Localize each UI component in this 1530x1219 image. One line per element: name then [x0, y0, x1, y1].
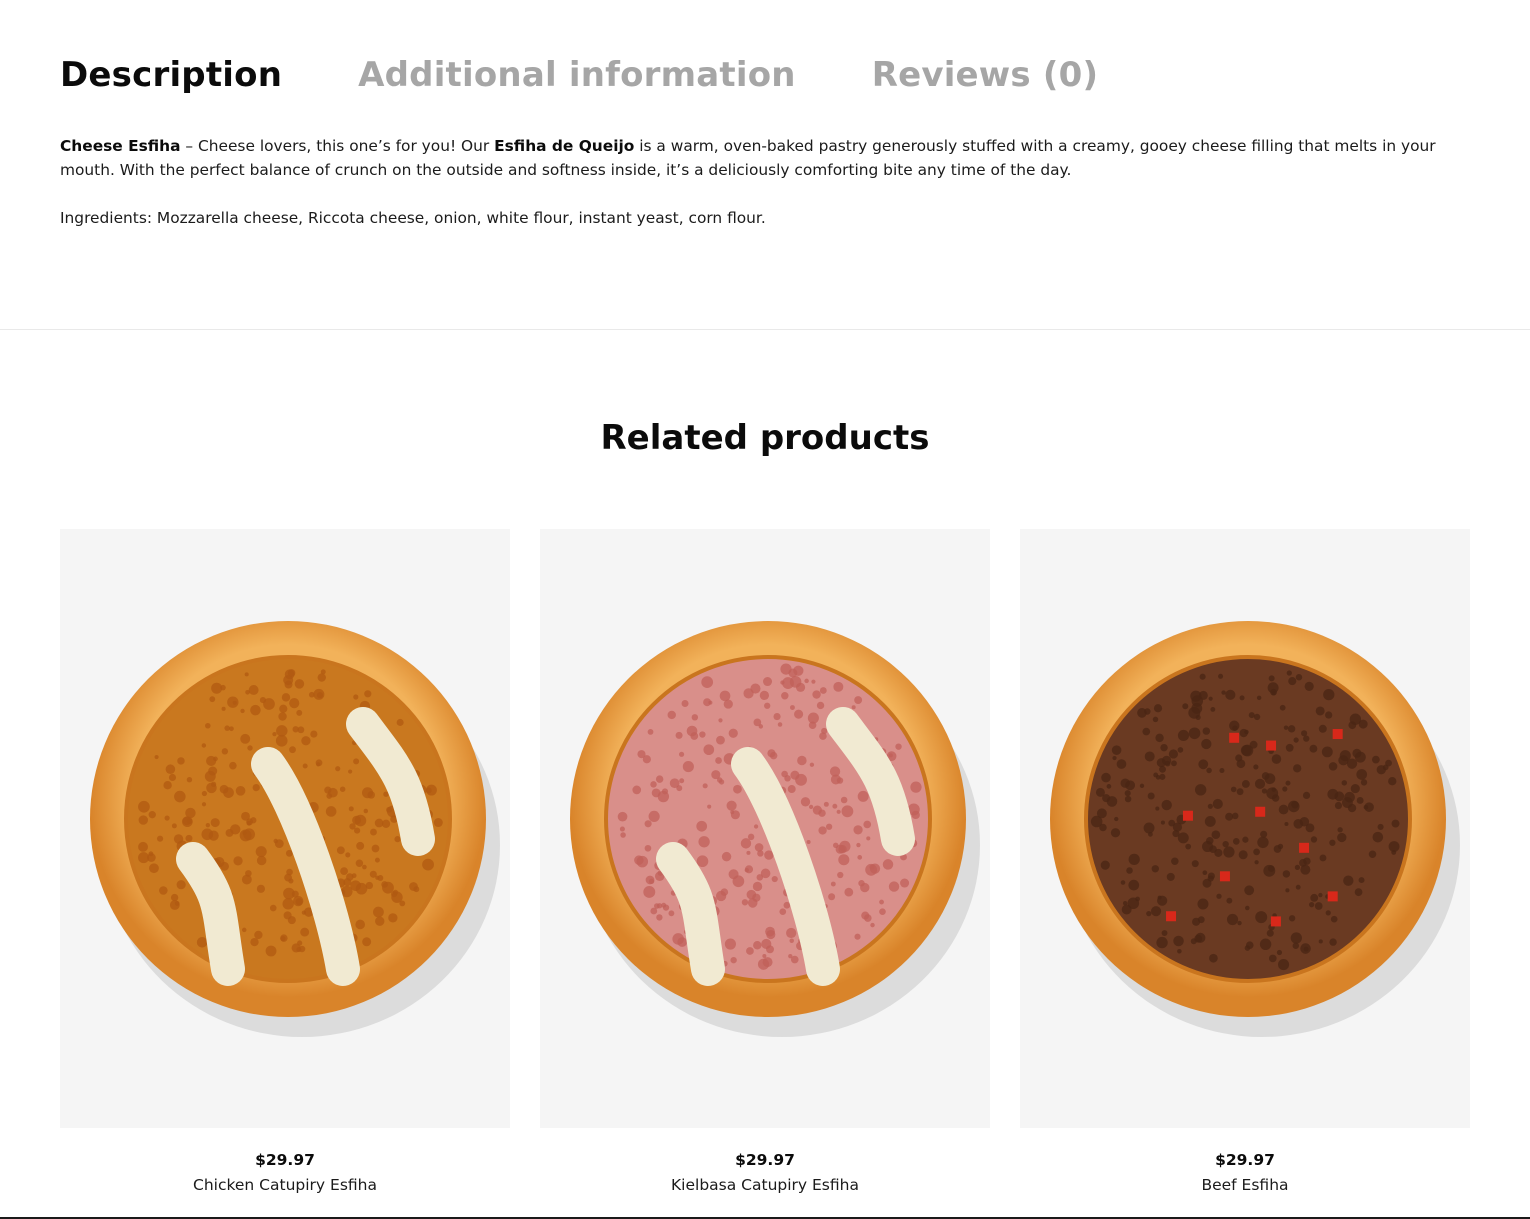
product-image[interactable]	[1020, 529, 1470, 1128]
product-image[interactable]	[540, 529, 990, 1128]
description-product-alias: Esfiha de Queijo	[494, 137, 635, 155]
kielbasa-catupiry-esfiha-image	[570, 621, 980, 1037]
product-name[interactable]: Chicken Catupiry Esfiha	[60, 1175, 510, 1195]
related-products-grid: $29.97 Chicken Catupiry Esfiha $29.97 Ki…	[60, 529, 1470, 1195]
tab-reviews[interactable]: Reviews (0)	[872, 55, 1099, 95]
product-price: $29.97	[1215, 1151, 1275, 1169]
tab-additional-information[interactable]: Additional information	[358, 55, 796, 95]
product-name[interactable]: Kielbasa Catupiry Esfiha	[540, 1175, 990, 1195]
ingredients-paragraph: Ingredients: Mozzarella cheese, Riccota …	[60, 209, 766, 227]
product-card[interactable]: $29.97 Beef Esfiha	[1020, 529, 1470, 1195]
description-paragraph: Cheese Esfiha – Cheese lovers, this one’…	[60, 134, 1472, 182]
description-product-name: Cheese Esfiha	[60, 137, 181, 155]
product-image[interactable]	[60, 529, 510, 1128]
beef-esfiha-image	[1050, 621, 1460, 1037]
product-card[interactable]: $29.97 Chicken Catupiry Esfiha	[60, 529, 510, 1195]
description-text-a: – Cheese lovers, this one’s for you! Our	[180, 137, 495, 155]
section-divider	[0, 329, 1530, 330]
product-description: Cheese Esfiha – Cheese lovers, this one’…	[60, 134, 1472, 230]
chicken-catupiry-esfiha-image	[90, 621, 500, 1037]
product-price: $29.97	[255, 1151, 315, 1169]
related-products-title: Related products	[600, 418, 930, 458]
product-name[interactable]: Beef Esfiha	[1020, 1175, 1470, 1195]
product-card[interactable]: $29.97 Kielbasa Catupiry Esfiha	[540, 529, 990, 1195]
product-price: $29.97	[735, 1151, 795, 1169]
product-tabs: Description Additional information Revie…	[60, 52, 1098, 98]
tab-description[interactable]: Description	[60, 55, 282, 95]
